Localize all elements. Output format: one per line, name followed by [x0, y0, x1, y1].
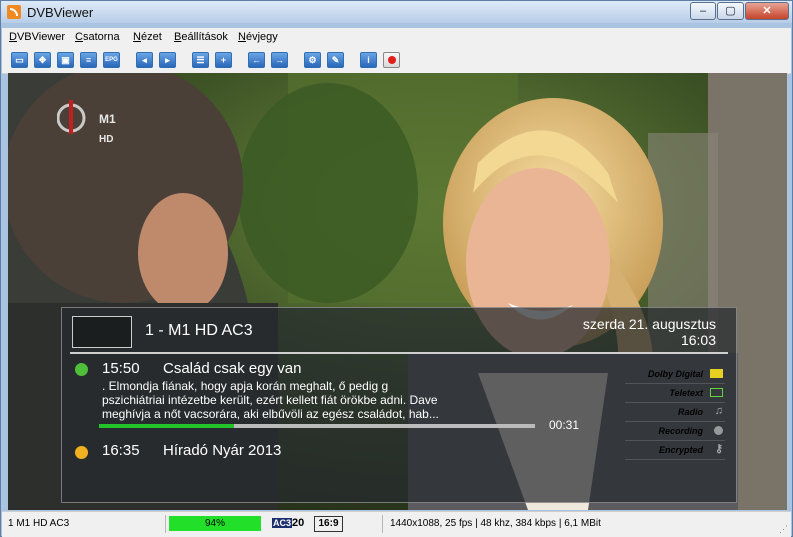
next-program-status-icon: [75, 446, 88, 459]
list-icon[interactable]: ≡: [80, 52, 97, 68]
next-program-title: Híradó Nyár 2013: [163, 442, 282, 459]
feature-encrypted: Encrypted ⚷: [625, 441, 725, 460]
feature-recording: Recording: [625, 422, 725, 441]
menu-csatorna[interactable]: Csatorna: [75, 31, 120, 43]
menu-bar: DVBViewer Csatorna Nézet Beállítások Név…: [2, 28, 791, 47]
record-list-icon[interactable]: ☰: [192, 52, 209, 68]
feature-radio: Radio ♫: [625, 403, 725, 422]
current-program-status-icon: [75, 363, 88, 376]
menu-nezet[interactable]: Nézet: [133, 31, 162, 43]
maximize-button[interactable]: ▢: [717, 2, 744, 20]
channel-thumbnail: [72, 316, 132, 348]
description-line: pszichiátriai intézetbe került, ezért ke…: [102, 393, 438, 407]
menu-nevjegy[interactable]: Névjegy: [238, 31, 278, 43]
feature-label: Radio: [677, 407, 703, 417]
next-program-start: 16:35: [102, 442, 140, 459]
epg-icon[interactable]: EPG: [103, 52, 120, 68]
osd-time: 16:03: [680, 332, 716, 348]
current-program-title: Család csak egy van: [163, 360, 302, 377]
osd-date: szerda 21. augusztus: [582, 316, 716, 332]
video-area[interactable]: M1 HD 1 - M1 HD AC3 szerda 21. augusztus…: [8, 73, 787, 510]
record-icon[interactable]: [383, 52, 400, 68]
menu-dvbviewer[interactable]: DVBViewer: [9, 31, 65, 43]
signal-strength-value: 94%: [204, 518, 225, 529]
channel-logo-name: M1: [99, 112, 116, 126]
teletext-icon: [710, 388, 723, 397]
current-program-description: . Elmondja fiának, hogy apja korán megha…: [102, 379, 622, 421]
tools-icon[interactable]: ✎: [327, 52, 344, 68]
epg-osd-panel: 1 - M1 HD AC3 szerda 21. augusztus 16:03…: [61, 307, 737, 503]
program-remaining-time: 00:31: [549, 418, 580, 432]
dvbviewer-logo-icon: [7, 5, 21, 19]
key-icon: ⚷: [714, 443, 723, 455]
description-line: . Elmondja fiának, hogy apja korán megha…: [102, 379, 389, 393]
audio-channels: 20: [292, 517, 305, 529]
m1-logo-icon: [56, 100, 86, 134]
close-button[interactable]: ✕: [745, 2, 789, 20]
audio-format: AC3: [272, 518, 293, 528]
channel-logo-quality: HD: [99, 134, 114, 145]
aspect-ratio-badge: 16:9: [314, 516, 343, 532]
tv-icon[interactable]: ▣: [57, 52, 74, 68]
feature-dolby-digital: Dolby Digital: [625, 365, 725, 384]
menu-beallitasok[interactable]: Beállítások: [174, 31, 228, 43]
info-icon[interactable]: i: [360, 52, 377, 68]
move-icon[interactable]: ✥: [34, 52, 51, 68]
audio-format-badge: AC320: [272, 516, 305, 531]
app-window: DVBViewer – ▢ ✕ DVBViewer Csatorna Nézet…: [0, 0, 793, 537]
window-title: DVBViewer: [27, 5, 94, 20]
feature-label: Teletext: [669, 388, 703, 398]
status-stream-info: 1440x1088, 25 fps | 48 khz, 384 kbps | 6…: [390, 518, 601, 529]
toolbar: ▭ ✥ ▣ ≡ EPG ◂ ▸ ☰ + ← → ⚙ ✎ i: [2, 47, 791, 74]
forward-icon[interactable]: →: [271, 52, 288, 68]
add-icon[interactable]: +: [215, 52, 232, 68]
status-divider: [382, 515, 383, 533]
program-progress-bar: [99, 424, 535, 428]
channel-next-icon[interactable]: ▸: [159, 52, 176, 68]
osd-divider: [70, 352, 728, 354]
settings-icon[interactable]: ⚙: [304, 52, 321, 68]
program-progress-fill: [99, 424, 235, 428]
signal-strength-bar: 94%: [169, 516, 261, 531]
description-line: meghívja a nőt vacsorára, aki elbűvöli a…: [102, 407, 439, 421]
back-icon[interactable]: ←: [248, 52, 265, 68]
feature-label: Dolby Digital: [647, 369, 703, 379]
resize-grip-icon[interactable]: ⋰: [779, 524, 788, 535]
current-program-start: 15:50: [102, 360, 140, 377]
minimize-button[interactable]: –: [690, 2, 716, 20]
feature-label: Recording: [658, 426, 703, 436]
music-note-icon: ♫: [714, 405, 723, 417]
status-divider: [165, 515, 166, 533]
channel-prev-icon[interactable]: ◂: [136, 52, 153, 68]
title-bar[interactable]: DVBViewer – ▢ ✕: [1, 1, 792, 23]
fullscreen-icon[interactable]: ▭: [11, 52, 28, 68]
osd-channel-name: 1 - M1 HD AC3: [145, 322, 253, 339]
recording-icon: [714, 426, 723, 435]
dolby-icon: [710, 369, 723, 378]
feature-label: Encrypted: [658, 445, 703, 455]
status-bar: 1 M1 HD AC3 94% AC320 16:9 1440x1088, 25…: [2, 511, 791, 537]
channel-logo: [56, 100, 87, 134]
feature-teletext: Teletext: [625, 384, 725, 403]
status-channel: 1 M1 HD AC3: [8, 518, 70, 529]
